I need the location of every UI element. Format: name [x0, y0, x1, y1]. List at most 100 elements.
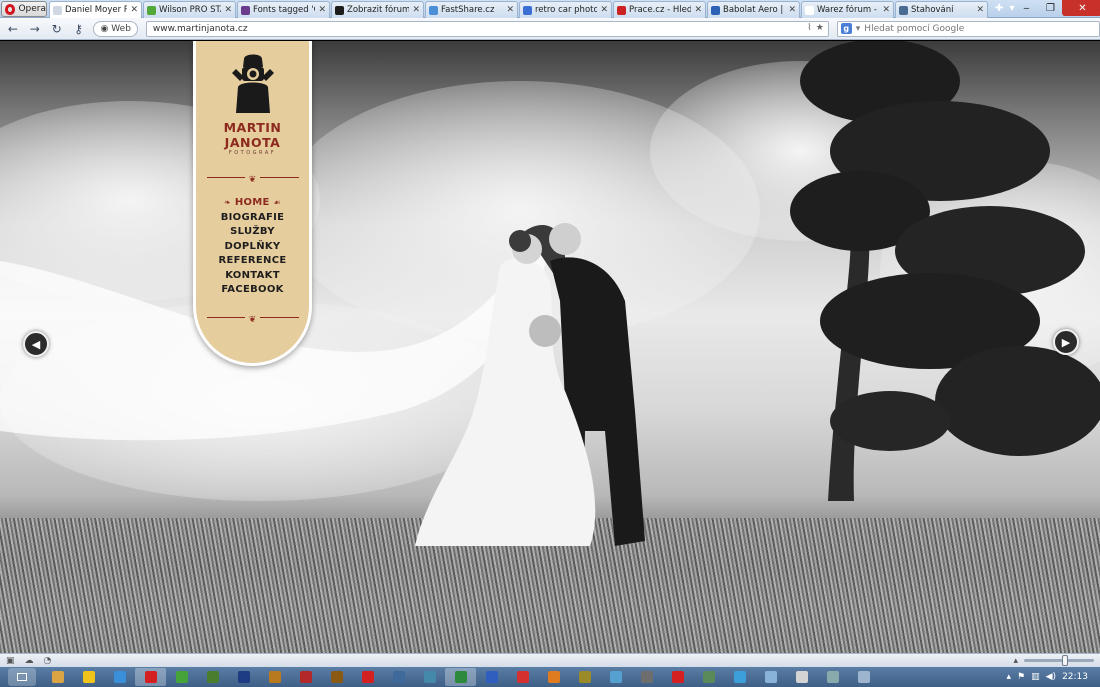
browser-tab[interactable]: Zobrazit fórum - ...✕ — [331, 1, 424, 18]
taskbar-app-button[interactable] — [228, 668, 259, 686]
site-menu-item[interactable]: SLUŽBY — [196, 225, 309, 240]
app-icon — [82, 671, 95, 683]
next-slide-button[interactable]: ▶ — [1053, 329, 1079, 355]
close-window-icon[interactable]: ✕ — [1062, 0, 1100, 16]
back-icon[interactable]: ← — [6, 22, 20, 36]
panel-toggle-icon[interactable]: ▣ — [6, 656, 15, 666]
browser-tab[interactable]: FastShare.cz ✕ — [425, 1, 518, 18]
site-menu-label: DOPLŇKY — [224, 240, 281, 252]
taskbar-app-button[interactable] — [786, 668, 817, 686]
taskbar-app-button[interactable] — [600, 668, 631, 686]
site-menu-item[interactable]: ❧ HOME ☙ — [196, 196, 309, 211]
taskbar-app-button[interactable] — [259, 668, 290, 686]
close-tab-icon[interactable]: ✕ — [600, 5, 608, 15]
close-tab-icon[interactable]: ✕ — [976, 5, 984, 15]
taskbar-app-button[interactable] — [507, 668, 538, 686]
key-icon[interactable]: ⚷ — [72, 22, 86, 36]
taskbar-app-button[interactable] — [631, 668, 662, 686]
previous-slide-button[interactable]: ◀ — [23, 331, 49, 357]
browser-tab[interactable]: Babolat Aero | Ba...✕ — [707, 1, 800, 18]
site-menu-label: REFERENCE — [218, 255, 287, 266]
tab-title: Prace.cz - Hledejt... — [629, 5, 691, 15]
photographer-logo-icon — [231, 54, 274, 113]
taskbar-app-button[interactable] — [755, 668, 786, 686]
zoom-slider[interactable] — [1024, 655, 1094, 666]
minimize-icon[interactable]: ‒ — [1014, 0, 1038, 16]
site-menu-item[interactable]: BIOGRAFIE — [196, 211, 309, 226]
web-badge[interactable]: ◉ Web — [93, 20, 138, 37]
taskbar-app-button[interactable] — [321, 668, 352, 686]
flourish-icon: ❦ — [244, 175, 261, 185]
close-tab-icon[interactable]: ✕ — [318, 5, 326, 15]
start-button[interactable] — [8, 668, 36, 686]
close-tab-icon[interactable]: ✕ — [788, 5, 796, 15]
close-tab-icon[interactable]: ✕ — [412, 5, 420, 15]
wedding-couple — [415, 223, 645, 546]
site-menu-item[interactable]: KONTAKT — [196, 269, 309, 284]
site-menu-item[interactable]: DOPLŇKY — [196, 240, 309, 255]
reload-icon[interactable]: ↻ — [50, 22, 64, 36]
google-icon[interactable]: g — [840, 23, 852, 34]
taskbar-app-button[interactable] — [569, 668, 600, 686]
opera-menu-button[interactable]: Opera — [1, 1, 47, 17]
bookmark-star-icon[interactable]: ★ — [816, 23, 824, 33]
restore-icon[interactable]: ❐ — [1038, 0, 1062, 16]
taskbar-app-button[interactable] — [414, 668, 445, 686]
taskbar-app-button[interactable] — [662, 668, 693, 686]
taskbar-app-button[interactable] — [693, 668, 724, 686]
volume-icon[interactable]: ◀) — [1046, 672, 1056, 682]
speed-dial-icon[interactable]: ◔ — [44, 656, 52, 666]
taskbar-app-button[interactable] — [73, 668, 104, 686]
taskbar-app-button[interactable] — [848, 668, 879, 686]
browser-tab[interactable]: Prace.cz - Hledejt...✕ — [613, 1, 706, 18]
new-tab-icon[interactable]: ✚ — [995, 3, 1003, 14]
close-tab-icon[interactable]: ✕ — [882, 5, 890, 15]
taskbar-app-button[interactable] — [166, 668, 197, 686]
forward-icon[interactable]: → — [28, 22, 42, 36]
brand-name[interactable]: MARTIN JANOTA — [196, 120, 309, 150]
cloud-icon[interactable]: ☁ — [25, 656, 34, 666]
tray-expand-icon[interactable]: ▴ — [1007, 672, 1012, 682]
rss-icon[interactable]: ⌇ — [807, 23, 811, 33]
close-tab-icon[interactable]: ✕ — [130, 5, 138, 15]
tab-title: Daniel Moyer Pho... — [65, 5, 127, 15]
close-tab-icon[interactable]: ✕ — [506, 5, 514, 15]
tab-title: Warez fórum - hu... — [817, 5, 879, 15]
browser-tab[interactable]: Warez fórum - hu...✕ — [801, 1, 894, 18]
app-icon — [826, 671, 839, 683]
browser-tab[interactable]: Stahování ✕ — [895, 1, 988, 18]
browser-tab[interactable]: Fonts tagged 'Cut...✕ — [237, 1, 330, 18]
taskbar-app-button[interactable] — [290, 668, 321, 686]
site-menu-item[interactable]: REFERENCE — [196, 254, 309, 269]
address-field[interactable]: www.martinjanota.cz ⌇ ★ — [145, 20, 829, 37]
clock-text[interactable]: 22:13 — [1062, 672, 1088, 682]
close-tab-icon[interactable]: ✕ — [224, 5, 232, 15]
flag-icon[interactable]: ⚑ — [1017, 672, 1025, 682]
close-tab-icon[interactable]: ✕ — [694, 5, 702, 15]
app-icon — [268, 671, 281, 683]
taskbar-app-button[interactable] — [724, 668, 755, 686]
taskbar-app-button[interactable] — [383, 668, 414, 686]
taskbar-app-button[interactable] — [538, 668, 569, 686]
taskbar-app-button[interactable] — [197, 668, 228, 686]
taskbar-app-button[interactable] — [476, 668, 507, 686]
taskbar-app-button[interactable] — [104, 668, 135, 686]
taskbar-app-button[interactable] — [352, 668, 383, 686]
zoom-menu-icon[interactable]: ▴ — [1013, 656, 1018, 666]
app-icon — [392, 671, 405, 683]
ornament-divider: ❦ — [206, 312, 299, 325]
browser-tab[interactable]: Daniel Moyer Pho...✕ — [49, 1, 142, 18]
tab-favicon-icon — [711, 5, 720, 15]
taskbar-app-button[interactable] — [445, 668, 476, 686]
browser-tab[interactable]: retro car photos a...✕ — [519, 1, 612, 18]
search-dropdown-icon[interactable]: ▾ — [856, 24, 861, 34]
tab-favicon-icon — [53, 5, 62, 15]
site-menu-item[interactable]: FACEBOOK — [196, 283, 309, 298]
taskbar-app-button[interactable] — [135, 668, 166, 686]
zoom-slider-handle[interactable] — [1062, 655, 1068, 666]
browser-tab[interactable]: Wilson PRO STAF...✕ — [143, 1, 236, 18]
search-field[interactable]: g ▾ Hledat pomocí Google — [836, 20, 1100, 37]
taskbar-app-button[interactable] — [817, 668, 848, 686]
taskbar-app-button[interactable] — [42, 668, 73, 686]
network-icon[interactable]: ▥ — [1031, 672, 1040, 682]
